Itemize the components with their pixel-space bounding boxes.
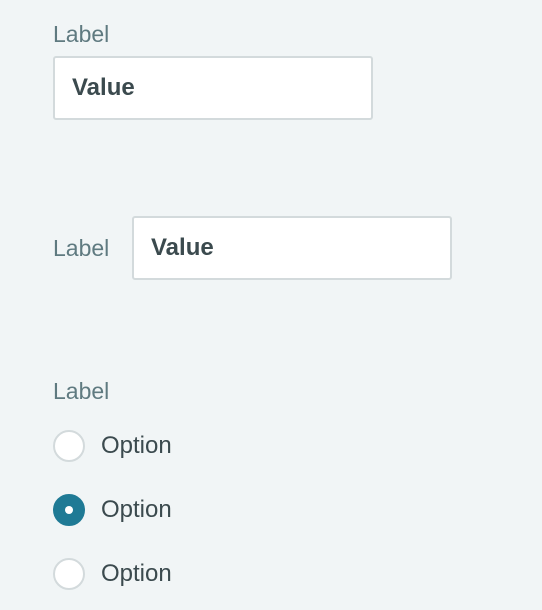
- form-page: Label Value Label Value Label Option Opt…: [0, 0, 542, 610]
- inline-field-label: Label: [53, 235, 110, 261]
- radio-option-2[interactable]: Option: [53, 493, 172, 527]
- radio-button-checked-icon[interactable]: [53, 494, 85, 526]
- radio-option-3[interactable]: Option: [53, 557, 172, 591]
- stacked-field-label: Label: [53, 21, 110, 47]
- radio-option-label: Option: [101, 496, 172, 523]
- radio-option-label: Option: [101, 432, 172, 459]
- radio-option-label: Option: [101, 560, 172, 587]
- radio-group-label: Label: [53, 378, 110, 404]
- radio-button-unchecked-icon[interactable]: [53, 558, 85, 590]
- inline-input-value: Value: [151, 234, 214, 261]
- radio-option-1[interactable]: Option: [53, 429, 172, 463]
- stacked-text-input[interactable]: Value: [53, 56, 373, 120]
- inline-text-input[interactable]: Value: [132, 216, 452, 280]
- stacked-input-value: Value: [72, 74, 135, 101]
- radio-button-unchecked-icon[interactable]: [53, 430, 85, 462]
